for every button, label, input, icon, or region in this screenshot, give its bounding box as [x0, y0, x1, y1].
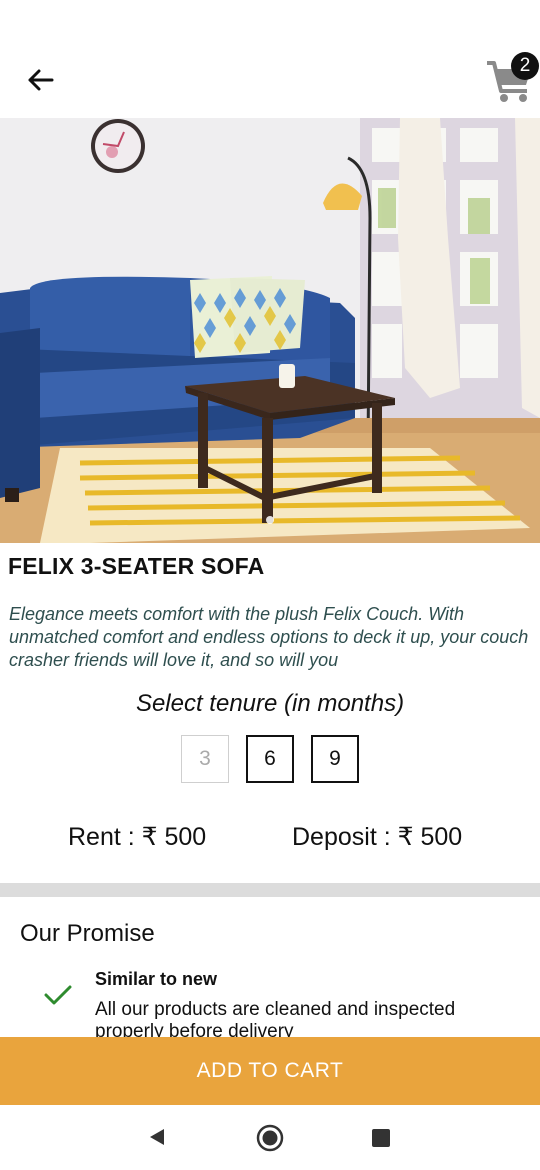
tenure-option-9[interactable]: 9 [311, 735, 359, 783]
back-button[interactable] [20, 60, 60, 100]
tenure-option-3[interactable]: 3 [181, 735, 229, 783]
section-divider [0, 883, 540, 897]
promise-text: All our products are cleaned and inspect… [95, 999, 456, 1038]
nav-back-icon[interactable] [145, 1125, 169, 1149]
product-image [0, 118, 540, 543]
cart-count-badge: 2 [511, 52, 539, 80]
nav-recents-icon[interactable] [372, 1129, 390, 1147]
deposit-price: Deposit : ₹ 500 [292, 823, 463, 851]
promise-title: Our Promise [20, 920, 155, 947]
system-nav-bar [0, 1105, 540, 1170]
rent-price: Rent : ₹ 500 [68, 823, 207, 851]
nav-home-icon[interactable] [256, 1124, 284, 1152]
arrow-left-icon [28, 69, 54, 91]
tenure-options: 3 6 9 [181, 735, 359, 783]
product-detail-screen: 2 FELIX 3-SEATER SOFA Elegance meets com… [0, 0, 540, 1170]
tenure-option-6[interactable]: 6 [246, 735, 294, 783]
check-icon [44, 985, 72, 1005]
cart-button[interactable]: 2 [482, 52, 540, 108]
product-description: Elegance meets comfort with the plush Fe… [9, 604, 529, 670]
price-row: Rent : ₹ 500 Deposit : ₹ 500 [0, 822, 540, 858]
top-app-bar: 2 [0, 0, 540, 118]
promise-item: Similar to new All our products are clea… [0, 966, 540, 1038]
promise-heading: Similar to new [95, 969, 218, 989]
add-to-cart-button[interactable]: ADD TO CART [0, 1037, 540, 1105]
product-title: FELIX 3-SEATER SOFA [8, 553, 265, 579]
tenure-label: Select tenure (in months) [135, 690, 405, 717]
